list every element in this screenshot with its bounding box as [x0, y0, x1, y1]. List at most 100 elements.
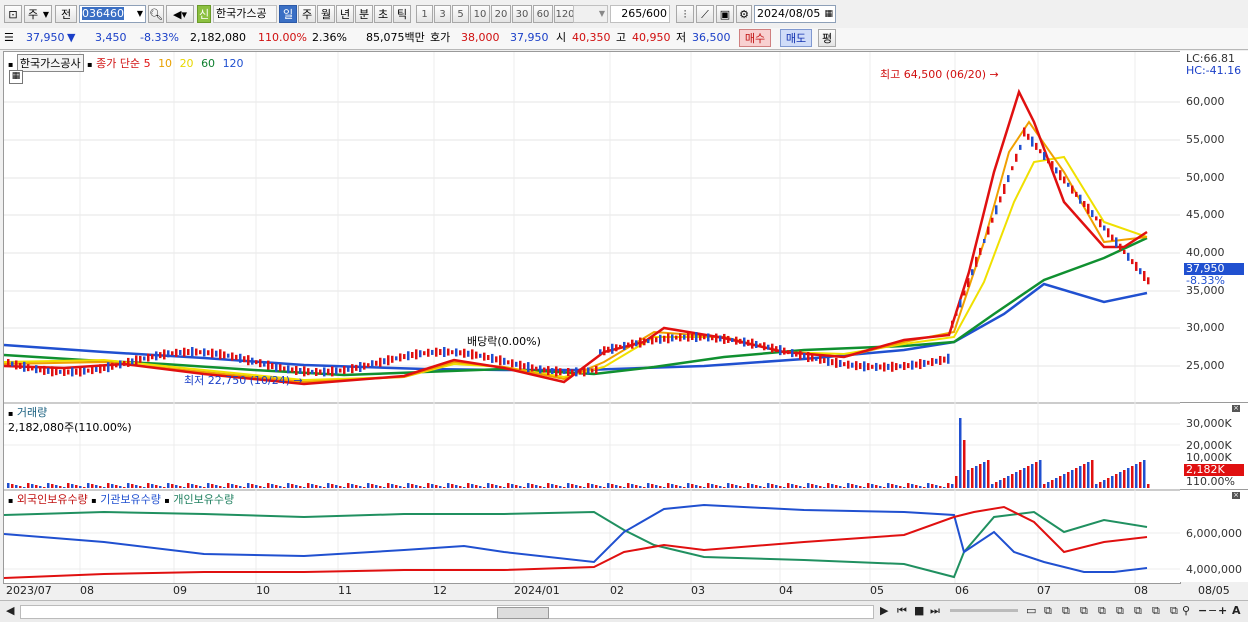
- eval-button[interactable]: 평: [818, 29, 836, 47]
- sell-button[interactable]: 매도: [780, 29, 812, 47]
- candle: [983, 239, 986, 243]
- dash-icon[interactable]: −: [1208, 604, 1217, 618]
- period-button[interactable]: 주: [298, 5, 316, 23]
- current-price: 37,950: [26, 31, 65, 44]
- layout-icon[interactable]: ▭: [1026, 604, 1036, 618]
- gear-icon[interactable]: ⚙: [736, 5, 752, 23]
- draw-tool-icon[interactable]: ⟋: [696, 5, 714, 23]
- prev-button[interactable]: 전: [55, 5, 77, 23]
- candle: [495, 356, 498, 363]
- stock-code-input[interactable]: 036460 ▼: [79, 5, 146, 23]
- date-input[interactable]: 2024/08/05 ▦: [754, 5, 836, 23]
- close-icon[interactable]: ×: [1232, 492, 1240, 499]
- copy-icon[interactable]: ⧉: [1044, 604, 1052, 618]
- link-icon[interactable]: ⧉: [1080, 604, 1088, 618]
- scroll-left-icon[interactable]: ◀: [6, 604, 14, 618]
- split-icon[interactable]: ⧉: [1098, 604, 1106, 618]
- magnifier-icon[interactable]: ⚲: [1182, 604, 1190, 618]
- candle: [935, 358, 938, 364]
- ma-120: 120: [222, 57, 244, 70]
- chart-area[interactable]: ▪ 한국가스공사 ▪ 종가 단순 5 10 20 60 120 ▦ 최고 64,…: [3, 51, 1181, 584]
- minute-step-button[interactable]: 5: [452, 5, 469, 23]
- minute-step-button[interactable]: 60: [533, 5, 553, 23]
- volume-bar: [935, 485, 938, 488]
- fast-forward-icon[interactable]: ⏭: [930, 604, 940, 618]
- volume-bar: [575, 485, 578, 488]
- font-size-icon[interactable]: A: [1232, 604, 1241, 618]
- rewind-icon[interactable]: ⏮: [897, 604, 907, 618]
- table-icon[interactable]: ▦: [9, 70, 23, 84]
- candle: [1127, 252, 1130, 261]
- scroll-track[interactable]: [20, 605, 874, 619]
- minute-step-button[interactable]: 30: [512, 5, 532, 23]
- candle: [639, 337, 642, 348]
- minute-step-button[interactable]: 3: [434, 5, 451, 23]
- volume-bar: [523, 487, 526, 488]
- candle: [1107, 228, 1110, 238]
- candle: [627, 342, 630, 348]
- buy-button[interactable]: 매수: [739, 29, 771, 47]
- candle: [75, 368, 78, 375]
- period-button[interactable]: 일: [279, 5, 297, 23]
- candle: [235, 354, 238, 360]
- sync-icon[interactable]: ⧉: [1152, 604, 1160, 618]
- volume-bar: [163, 487, 166, 488]
- candle: [1043, 152, 1046, 160]
- candle: [183, 347, 186, 357]
- volume-bar: [975, 466, 978, 488]
- minute-step-button[interactable]: 20: [491, 5, 511, 23]
- ma-10: 10: [158, 57, 173, 70]
- candle-icon[interactable]: ⫶: [676, 5, 694, 23]
- menu-icon[interactable]: ☰: [4, 31, 14, 45]
- period-button[interactable]: 월: [317, 5, 335, 23]
- period-button[interactable]: 초: [374, 5, 392, 23]
- candle: [83, 367, 86, 375]
- period-mode-select[interactable]: 주 ▼: [24, 5, 52, 23]
- window-icon[interactable]: ⊡: [4, 5, 22, 23]
- compare-icon[interactable]: ⧉: [1062, 604, 1070, 618]
- interval-input[interactable]: ▼: [573, 5, 608, 23]
- volume-bar: [879, 486, 882, 488]
- volume-bar: [1055, 478, 1058, 488]
- close-icon[interactable]: ×: [1232, 405, 1240, 412]
- candle: [1119, 243, 1122, 251]
- zoom-slider[interactable]: [950, 609, 1018, 612]
- candle: [999, 196, 1002, 203]
- save-icon[interactable]: ▣: [716, 5, 734, 23]
- period-button[interactable]: 분: [355, 5, 373, 23]
- candle: [95, 366, 98, 372]
- candle: [691, 334, 694, 341]
- window-icon[interactable]: ⧉: [1170, 604, 1178, 618]
- candle: [1047, 158, 1050, 164]
- candle: [539, 365, 542, 374]
- scroll-right-icon[interactable]: ▶: [880, 604, 888, 618]
- stop-icon[interactable]: ■: [914, 604, 924, 618]
- zoom-in-icon[interactable]: +: [1218, 604, 1227, 618]
- pin-icon[interactable]: ⧉: [1116, 604, 1124, 618]
- grid-icon[interactable]: ⧉: [1134, 604, 1142, 618]
- zoom-out-icon[interactable]: −: [1198, 604, 1207, 618]
- search-icon[interactable]: 🔍︎: [148, 5, 164, 23]
- candle: [1111, 234, 1114, 241]
- candle: [243, 356, 246, 363]
- minute-step-button[interactable]: 1: [416, 5, 433, 23]
- candle: [683, 334, 686, 340]
- candle: [671, 334, 674, 342]
- candle: [35, 365, 38, 374]
- volume-bar: [671, 484, 674, 488]
- ma10-line: [4, 120, 1148, 384]
- chevron-down-icon: ▼: [42, 10, 49, 19]
- scroll-thumb[interactable]: [497, 607, 549, 619]
- candle: [339, 368, 342, 373]
- candle: [55, 368, 58, 376]
- volume-bar: [207, 483, 210, 488]
- period-button[interactable]: 틱: [393, 5, 411, 23]
- candle: [191, 347, 194, 358]
- volume-bar: [591, 484, 594, 488]
- sound-icon[interactable]: ◀▾: [166, 5, 194, 23]
- volume-bar: [491, 484, 494, 488]
- minute-step-button[interactable]: 10: [470, 5, 490, 23]
- count-field[interactable]: 265/600: [610, 5, 670, 23]
- candle: [815, 356, 818, 361]
- period-button[interactable]: 년: [336, 5, 354, 23]
